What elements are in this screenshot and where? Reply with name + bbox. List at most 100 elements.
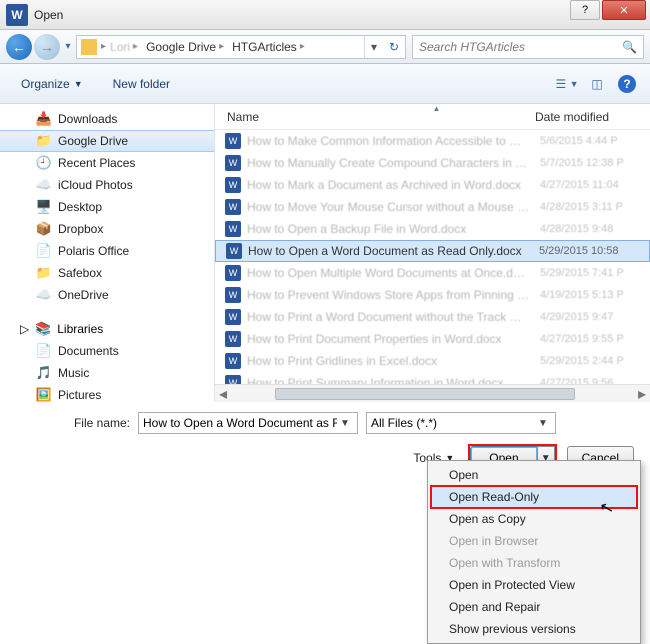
libraries-header[interactable]: ▷Libraries [0,318,214,340]
file-date: 5/6/2015 4:44 P [540,135,650,147]
filename-value: How to Open a Word Document as Rea [143,416,337,430]
menu-item[interactable]: Open in Protected View [431,574,637,596]
file-row[interactable]: W How to Make Common Information Accessib… [215,130,650,152]
tree-item[interactable]: Safebox [0,262,214,284]
file-date: 4/27/2015 11:04 [540,179,650,191]
menu-item[interactable]: Show previous versions [431,618,637,640]
refresh-button[interactable]: ↻ [383,40,405,54]
file-row[interactable]: WHow to Manually Create Compound Charact… [215,152,650,174]
column-headers: Name Date modified [215,104,650,130]
word-doc-icon: W [225,221,241,237]
open-options-menu: OpenOpen Read-OnlyOpen as CopyOpen in Br… [427,460,641,644]
folder-icon [36,221,52,237]
filename-input[interactable]: How to Open a Word Document as Rea ▼ [138,412,358,434]
word-doc-icon: W [225,287,241,303]
tree-item[interactable]: Documents [0,340,214,362]
file-date: 5/7/2015 12:38 P [540,157,650,169]
scroll-right-arrow[interactable]: ▸ [634,384,650,403]
help-button[interactable]: ? [570,0,600,20]
nav-back-button[interactable]: ← [6,34,32,60]
tree-item[interactable]: Desktop [0,196,214,218]
file-name: How to Open a Backup File in Word.docx [247,222,534,236]
file-name: How to Mark a Document as Archived in Wo… [247,178,534,192]
organize-button[interactable]: Organize ▼ [10,72,94,96]
tree-item[interactable]: Google Drive [0,130,214,152]
file-row[interactable]: WHow to Print Summary Information in Wor… [215,372,650,384]
chevron-down-icon: ▼ [74,79,83,89]
menu-item: Open in Browser [431,530,637,552]
column-name[interactable]: Name [223,110,535,124]
folder-icon [36,199,52,215]
chevron-down-icon[interactable]: ▼ [337,418,353,429]
breadcrumb-dropdown[interactable]: ▾ [364,36,383,58]
file-row[interactable]: WHow to Print Gridlines in Excel.docx5/2… [215,350,650,372]
folder-icon [81,39,97,55]
file-row[interactable]: WHow to Move Your Mouse Cursor without a… [215,196,650,218]
help-icon-button[interactable]: ? [614,72,640,96]
menu-item[interactable]: Open as Copy [431,508,637,530]
search-input[interactable]: Search HTGArticles 🔍 [412,35,644,59]
title-bar: W Open ? ✕ [0,0,650,30]
file-row[interactable]: WHow to Prevent Windows Store Apps from … [215,284,650,306]
tree-item[interactable]: Pictures [0,384,214,402]
recent-locations-dropdown[interactable]: ▾ [62,41,74,52]
expand-icon[interactable]: ▷ [20,322,29,336]
menu-item[interactable]: Open and Repair [431,596,637,618]
breadcrumb-label: HTGArticles [232,40,297,54]
file-row[interactable]: WHow to Mark a Document as Archived in W… [215,174,650,196]
menu-item[interactable]: Open Read-Only [431,486,637,508]
file-rows[interactable]: W How to Make Common Information Accessib… [215,130,650,384]
column-date[interactable]: Date modified [535,110,650,124]
tree-item[interactable]: iCloud Photos [0,174,214,196]
chevron-down-icon: ▼ [570,79,579,89]
nav-forward-button[interactable]: → [34,34,60,60]
preview-pane-button[interactable]: ◫ [584,72,610,96]
breadcrumb-label: Lori [110,40,130,54]
library-icon [36,343,52,359]
scroll-thumb[interactable] [275,388,575,400]
word-app-icon: W [6,4,28,26]
horizontal-scrollbar[interactable]: ◂ ▸ [215,384,650,402]
search-icon: 🔍 [622,40,637,54]
tree-item[interactable]: OneDrive [0,284,214,306]
tree-item[interactable]: Recent Places [0,152,214,174]
breadcrumb-item[interactable]: Google Drive ▸ [142,40,228,54]
new-folder-button[interactable]: New folder [102,72,181,96]
tree-item-label: Safebox [58,266,102,280]
file-row[interactable]: WHow to Open a Word Document as Read Onl… [215,240,650,262]
file-name: How to Make Common Information Accessibl… [247,134,534,148]
file-name: How to Open Multiple Word Documents at O… [247,266,534,280]
file-name: How to Print a Word Document without the… [247,310,534,324]
file-type-filter[interactable]: All Files (*.*) ▼ [366,412,556,434]
chevron-down-icon[interactable]: ▼ [535,418,551,429]
breadcrumb-item[interactable]: Lori ▸ [106,40,142,54]
tree-item-label: Downloads [58,112,117,126]
scroll-left-arrow[interactable]: ◂ [215,384,231,403]
word-doc-icon: W [225,309,241,325]
chevron-right-icon: ▸ [300,41,305,52]
breadcrumb-item[interactable]: HTGArticles ▸ [228,40,309,54]
close-button[interactable]: ✕ [602,0,646,20]
breadcrumb-bar[interactable]: ▸ Lori ▸ Google Drive ▸ HTGArticles ▸ ▾ … [76,35,406,59]
tree-item-label: iCloud Photos [58,178,133,192]
folder-icon [36,155,52,171]
tree-item[interactable]: Music [0,362,214,384]
file-date: 5/29/2015 2:44 P [540,355,650,367]
folder-tree[interactable]: Downloads Google DriveRecent Places iCloud… [0,104,215,402]
view-mode-button[interactable]: ☰ ▼ [554,72,580,96]
file-row[interactable]: WHow to Print Document Properties in Wor… [215,328,650,350]
file-date: 5/29/2015 10:58 [539,245,649,257]
file-row[interactable]: WHow to Open Multiple Word Documents at … [215,262,650,284]
folder-icon [36,243,52,259]
help-icon: ? [618,75,636,93]
tree-item[interactable]: Dropbox [0,218,214,240]
word-doc-icon: W [225,133,241,149]
file-row[interactable]: W How to Print a Word Document without th… [215,306,650,328]
tree-item-label: Documents [58,344,119,358]
word-doc-icon: W [225,353,241,369]
file-row[interactable]: WHow to Open a Backup File in Word.docx4… [215,218,650,240]
tree-item[interactable]: Downloads [0,108,214,130]
chevron-right-icon: ▸ [133,41,138,52]
menu-item[interactable]: Open [431,464,637,486]
tree-item[interactable]: Polaris Office [0,240,214,262]
